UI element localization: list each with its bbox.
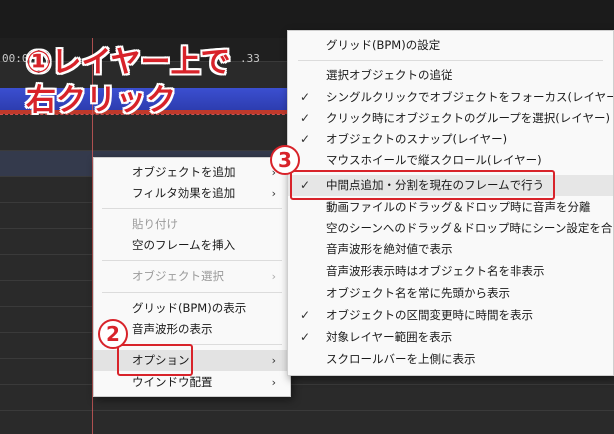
submenu-item-scrollbar-top[interactable]: スクロールバーを上側に表示 (288, 349, 613, 370)
menu-separator (102, 292, 282, 293)
ruler-time-mid: .33 (240, 52, 260, 65)
submenu-item-separate-audio[interactable]: 動画ファイルのドラッグ＆ドロップ時に音声を分離 (288, 197, 613, 218)
menu-item-label: 音声波形の表示 (132, 322, 213, 336)
checkmark-icon: ✓ (300, 90, 311, 104)
menu-item-label: ウインドウ配置 (132, 375, 213, 389)
chevron-right-icon: › (271, 354, 276, 367)
checkmark-icon: ✓ (300, 132, 311, 146)
ruler-time-start: 00:0 (2, 52, 29, 65)
submenu-item-label: マウスホイールで縦スクロール(レイヤー) (326, 153, 542, 167)
annotation-highlight-midpoint (290, 170, 555, 200)
chevron-right-icon: › (271, 270, 276, 283)
menu-item-select-object[interactable]: オブジェクト選択 › (94, 266, 290, 287)
menu-item-label: 貼り付け (132, 217, 178, 231)
menu-separator (102, 208, 282, 209)
submenu-item-name-from-start[interactable]: オブジェクト名を常に先頭から表示 (288, 283, 613, 304)
menu-item-show-grid[interactable]: グリッド(BPM)の表示 (94, 298, 290, 319)
submenu-item-label: 選択オブジェクトの追従 (326, 68, 453, 82)
annotation-step2-badge: 2 (98, 319, 128, 349)
checkmark-icon: ✓ (300, 308, 311, 322)
submenu-item-hide-object-name[interactable]: 音声波形表示時はオブジェクト名を非表示 (288, 261, 613, 282)
submenu-item-grid-settings[interactable]: グリッド(BPM)の設定 (288, 35, 613, 56)
menu-separator (102, 260, 282, 261)
submenu-item-label: 音声波形表示時はオブジェクト名を非表示 (326, 264, 545, 278)
menu-item-label: グリッド(BPM)の表示 (132, 301, 247, 315)
menu-separator (298, 60, 603, 61)
menu-item-add-filter[interactable]: フィルタ効果を追加 › (94, 183, 290, 204)
submenu-item-label: オブジェクトのスナップ(レイヤー) (326, 132, 508, 146)
submenu-item-label: オブジェクト名を常に先頭から表示 (326, 286, 510, 300)
submenu-item-label: 動画ファイルのドラッグ＆ドロップ時に音声を分離 (326, 200, 591, 214)
menu-item-paste[interactable]: 貼り付け (94, 214, 290, 235)
submenu-item-label: 対象レイヤー範囲を表示 (326, 330, 453, 344)
submenu-item-label: シングルクリックでオブジェクトをフォーカス(レイヤー) (326, 90, 613, 104)
chevron-right-icon: › (271, 376, 276, 389)
annotation-step3-badge: 3 (270, 145, 300, 175)
submenu-item-match-scene-settings[interactable]: 空のシーンへのドラッグ＆ドロップ時にシーン設定を合わせる (288, 218, 613, 239)
menu-item-label: オブジェクトを追加 (132, 165, 236, 179)
chevron-right-icon: › (271, 187, 276, 200)
options-submenu: グリッド(BPM)の設定 選択オブジェクトの追従 ✓ シングルクリックでオブジェ… (287, 30, 614, 376)
annotation-step1-line1: ①レイヤー上で (26, 45, 231, 80)
menu-item-label: 空のフレームを挿入 (132, 238, 236, 252)
submenu-item-waveform-absolute[interactable]: 音声波形を絶対値で表示 (288, 239, 613, 260)
submenu-item-select-group[interactable]: ✓ クリック時にオブジェクトのグループを選択(レイヤー) (288, 108, 613, 129)
submenu-item-label: オブジェクトの区間変更時に時間を表示 (326, 308, 533, 322)
submenu-item-follow-selection[interactable]: 選択オブジェクトの追従 (288, 65, 613, 86)
submenu-item-label: 音声波形を絶対値で表示 (326, 242, 453, 256)
submenu-item-label: スクロールバーを上側に表示 (326, 352, 476, 366)
submenu-item-object-snap[interactable]: ✓ オブジェクトのスナップ(レイヤー) (288, 129, 613, 150)
checkmark-icon: ✓ (300, 330, 311, 344)
menu-item-label: オブジェクト選択 (132, 269, 224, 283)
menu-item-insert-empty-frame[interactable]: 空のフレームを挿入 (94, 235, 290, 256)
submenu-item-label: クリック時にオブジェクトのグループを選択(レイヤー) (326, 111, 610, 125)
submenu-item-label: グリッド(BPM)の設定 (326, 38, 441, 52)
menu-item-add-object[interactable]: オブジェクトを追加 › (94, 162, 290, 183)
submenu-item-show-layer-range[interactable]: ✓ 対象レイヤー範囲を表示 (288, 327, 613, 348)
submenu-item-single-click-focus[interactable]: ✓ シングルクリックでオブジェクトをフォーカス(レイヤー) (288, 87, 613, 108)
annotation-step1-line2: 右クリック (26, 83, 176, 118)
submenu-item-wheel-scroll[interactable]: マウスホイールで縦スクロール(レイヤー) (288, 150, 613, 171)
checkmark-icon: ✓ (300, 111, 311, 125)
annotation-highlight-options (117, 344, 193, 376)
submenu-item-label: 空のシーンへのドラッグ＆ドロップ時にシーン設定を合わせる (326, 221, 613, 235)
menu-item-label: フィルタ効果を追加 (132, 186, 236, 200)
submenu-item-show-time-on-change[interactable]: ✓ オブジェクトの区間変更時に時間を表示 (288, 305, 613, 326)
